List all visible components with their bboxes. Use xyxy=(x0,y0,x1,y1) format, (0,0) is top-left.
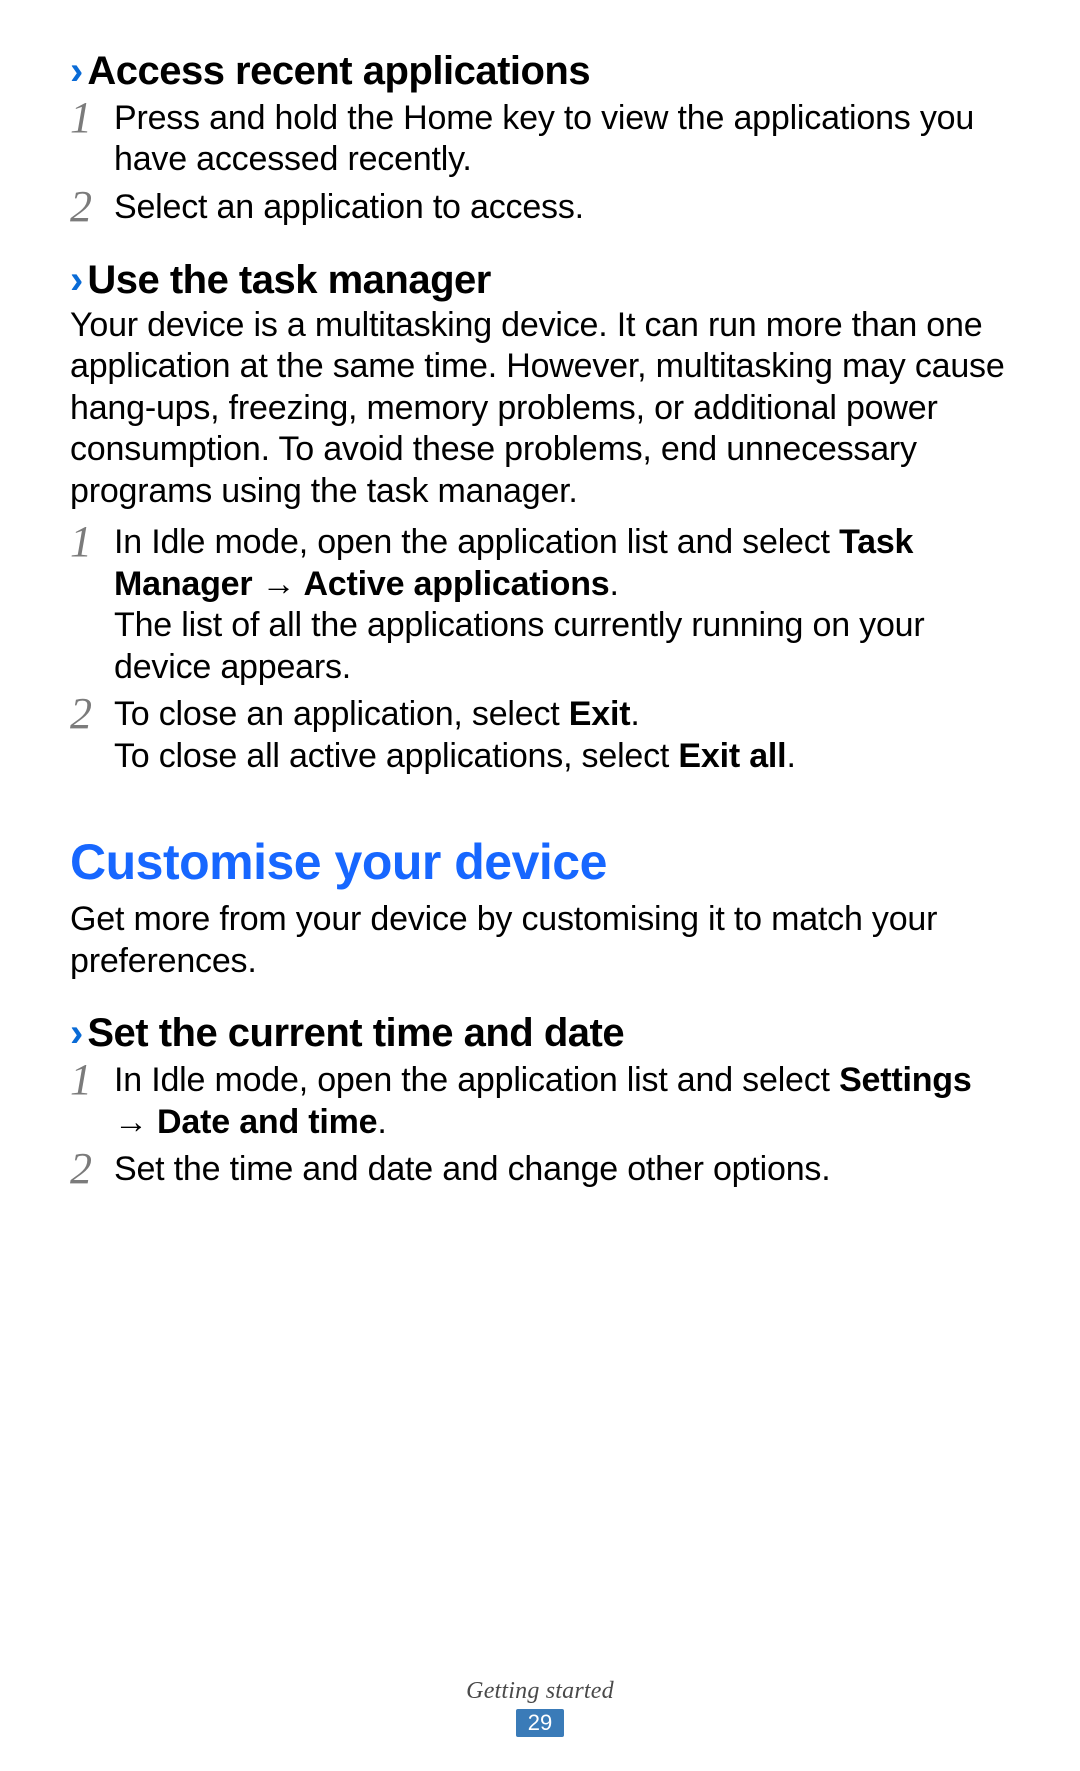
step-text: To close an application, select Exit. To… xyxy=(114,694,1010,777)
chevron-icon: › xyxy=(70,51,81,91)
page-footer: Getting started 29 xyxy=(0,1678,1080,1737)
text-run: In Idle mode, open the application list … xyxy=(114,523,839,561)
step-item: 2 Set the time and date and change other… xyxy=(70,1149,1010,1191)
subheading-text: Set the current time and date xyxy=(87,1010,624,1056)
subheading-time-date: › Set the current time and date xyxy=(70,1010,1010,1056)
subheading-task-manager: › Use the task manager xyxy=(70,257,1010,303)
text-run: To close all active applications, select xyxy=(114,737,678,775)
subheading-text: Use the task manager xyxy=(87,257,491,303)
intro-paragraph: Your device is a multitasking device. It… xyxy=(70,305,1010,512)
step-text: Set the time and date and change other o… xyxy=(114,1149,1010,1190)
step-number: 2 xyxy=(70,1147,114,1191)
step-item: 2 Select an application to access. xyxy=(70,187,1010,229)
period: . xyxy=(786,737,795,775)
period: . xyxy=(377,1103,386,1141)
bold-run: Settings xyxy=(839,1061,972,1099)
step-number: 2 xyxy=(70,692,114,736)
step-number: 1 xyxy=(70,520,114,564)
period: . xyxy=(630,695,639,733)
bold-run: Date and time xyxy=(157,1103,377,1141)
main-heading-customise: Customise your device xyxy=(70,833,1010,891)
footer-section-label: Getting started xyxy=(0,1678,1080,1705)
step-text: Select an application to access. xyxy=(114,187,1010,228)
text-run: In Idle mode, open the application list … xyxy=(114,1061,839,1099)
arrow-run: → xyxy=(114,1103,157,1141)
step-item: 1 In Idle mode, open the application lis… xyxy=(70,1060,1010,1143)
step-item: 1 In Idle mode, open the application lis… xyxy=(70,522,1010,688)
step-number: 2 xyxy=(70,185,114,229)
arrow-run: → xyxy=(252,565,303,603)
step-text: Press and hold the Home key to view the … xyxy=(114,98,1010,181)
step-text: In Idle mode, open the application list … xyxy=(114,1060,1010,1143)
chevron-icon: › xyxy=(70,260,81,300)
subheading-text: Access recent applications xyxy=(87,48,590,94)
chevron-icon: › xyxy=(70,1013,81,1053)
subheading-access-recent: › Access recent applications xyxy=(70,48,1010,94)
step-item: 2 To close an application, select Exit. … xyxy=(70,694,1010,777)
bold-run: Exit xyxy=(569,695,631,733)
step-after-text: The list of all the applications current… xyxy=(114,605,1010,688)
step-number: 1 xyxy=(70,96,114,140)
intro-paragraph: Get more from your device by customising… xyxy=(70,899,1010,982)
manual-page: › Access recent applications 1 Press and… xyxy=(0,0,1080,1771)
step-text: In Idle mode, open the application list … xyxy=(114,522,1010,688)
text-run: To close an application, select xyxy=(114,695,569,733)
bold-run: Exit all xyxy=(678,737,786,775)
page-number: 29 xyxy=(516,1709,564,1737)
period: . xyxy=(610,565,619,603)
step-item: 1 Press and hold the Home key to view th… xyxy=(70,98,1010,181)
step-number: 1 xyxy=(70,1058,114,1102)
bold-run: Active applications xyxy=(303,565,609,603)
